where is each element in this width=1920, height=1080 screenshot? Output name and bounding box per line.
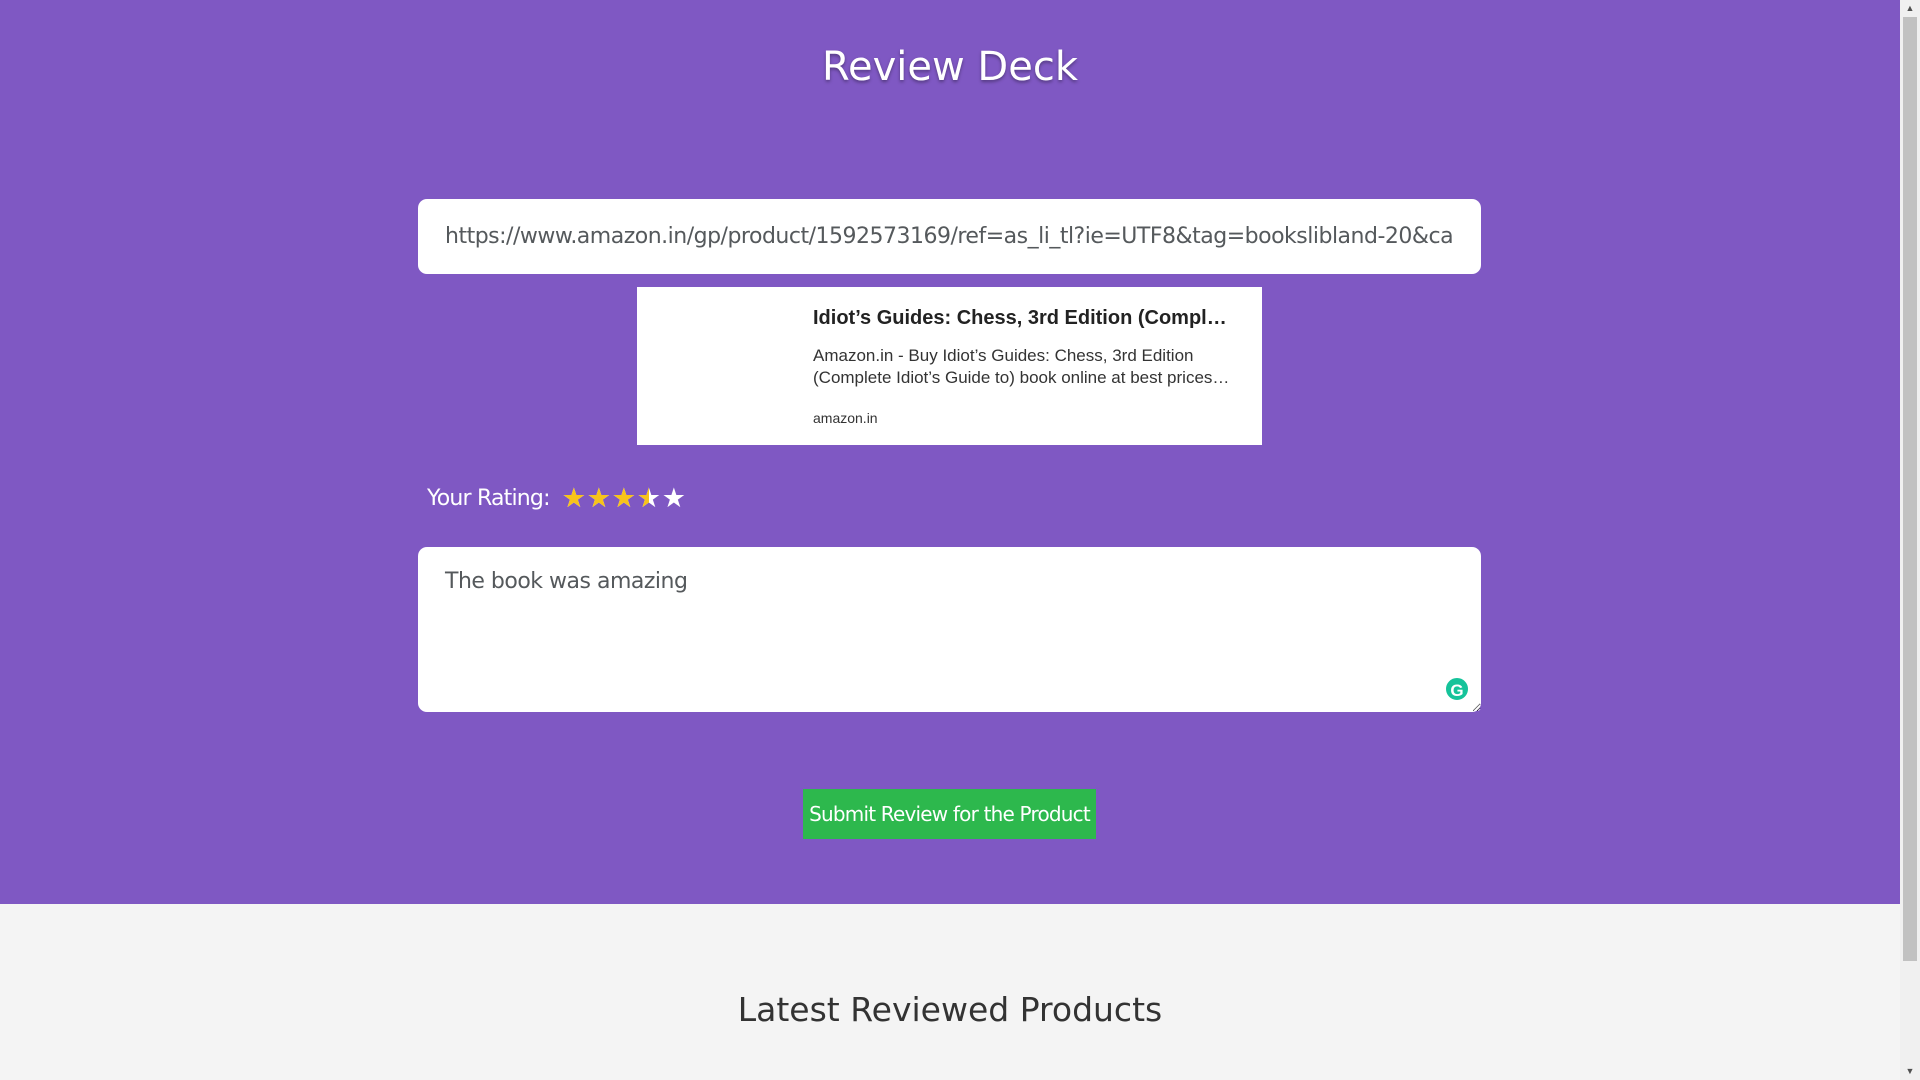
preview-thumbnail [637,287,797,445]
star-rating[interactable]: ★ ★ ★ ★ ★ ★ ★ ★ ★ [562,484,687,512]
star-icon[interactable]: ★ [662,484,687,512]
grammarly-icon[interactable]: G [1444,676,1470,702]
link-preview-card[interactable]: Idiot’s Guides: Chess, 3rd Edition (Comp… [637,287,1262,445]
latest-reviewed-heading: Latest Reviewed Products [737,990,1163,1029]
star-icon[interactable]: ★ ★ [587,484,612,512]
scroll-down-arrow-icon[interactable]: ▼ [1900,1063,1920,1080]
scroll-thumb[interactable] [1903,17,1917,961]
preview-description: Amazon.in - Buy Idiot’s Guides: Chess, 3… [813,346,1231,387]
preview-title: Idiot’s Guides: Chess, 3rd Edition (Comp… [813,307,1233,329]
product-url-input[interactable] [418,199,1481,274]
rating-row: Your Rating: ★ ★ ★ ★ ★ ★ ★ ★ ★ [427,478,687,518]
page: Review Deck Idiot’s Guides: Chess, 3rd E… [0,0,1900,1080]
preview-domain: amazon.in [813,410,878,426]
app-title: Review Deck [822,44,1078,90]
star-icon[interactable]: ★ ★ [562,484,587,512]
vertical-scrollbar[interactable]: ▲ ▼ [1900,0,1920,1080]
scroll-up-arrow-icon[interactable]: ▲ [1900,0,1920,17]
star-icon[interactable]: ★ ★ [637,484,662,512]
submit-review-button[interactable]: Submit Review for the Product [803,789,1096,839]
rating-label: Your Rating: [427,485,551,511]
hero-section: Review Deck Idiot’s Guides: Chess, 3rd E… [0,0,1900,904]
review-textarea[interactable] [418,547,1481,712]
star-icon[interactable]: ★ ★ [612,484,637,512]
